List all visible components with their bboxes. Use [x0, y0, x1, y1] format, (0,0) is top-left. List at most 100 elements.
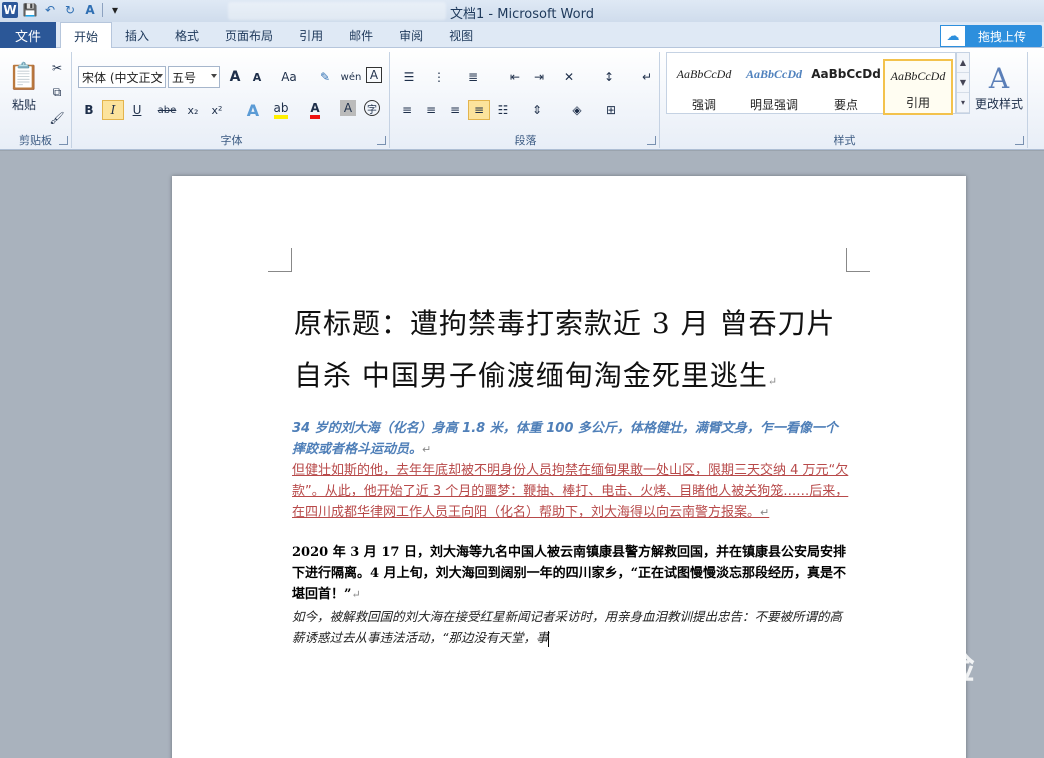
strikethrough-button[interactable]: abe — [156, 100, 178, 120]
text-effects-icon[interactable]: A — [242, 100, 264, 120]
show-marks-icon[interactable]: ↵ — [636, 67, 658, 87]
chevron-up-icon[interactable]: ▲ — [957, 53, 969, 73]
style-quote[interactable]: AaBbCcDd 引用 — [883, 59, 953, 115]
font-group-label: 字体 — [220, 134, 243, 147]
paragraph-text: 如今，被解救回国的刘大海在接受红星新闻记者采访时，用亲身血泪教训提出忠告：不要被… — [292, 609, 843, 645]
sort-icon[interactable]: ↕ — [598, 67, 620, 87]
style-sample: AaBbCcDd — [676, 67, 732, 81]
numbering-icon[interactable]: ⋮ — [428, 67, 450, 87]
text-cursor — [548, 630, 550, 647]
borders-icon[interactable]: ⊞ — [600, 100, 622, 120]
change-styles-button[interactable]: A 更改样式 — [972, 54, 1026, 120]
watermark-main: Baidu经验 — [806, 649, 976, 687]
paragraph-mark: ↵ — [351, 588, 361, 601]
change-styles-label: 更改样式 — [974, 97, 1023, 111]
distributed-icon[interactable]: ☷ — [492, 100, 514, 120]
crop-mark — [846, 248, 870, 272]
paragraph-advice: 如今，被解救回国的刘大海在接受红星新闻记者采访时，用亲身血泪教训提出忠告：不要被… — [292, 606, 850, 648]
clipboard-icon: 📋 — [7, 61, 41, 92]
font-size-select[interactable]: 五号 — [168, 66, 220, 88]
font-size-value: 五号 — [172, 70, 197, 85]
italic-button[interactable]: I — [102, 100, 124, 120]
paste-label: 粘贴 — [11, 97, 36, 112]
bold-button[interactable]: B — [78, 100, 100, 120]
line-spacing-icon[interactable]: ⇕ — [526, 100, 548, 120]
tab-file[interactable]: 文件 — [0, 22, 56, 48]
paragraph-text: 34 岁的刘大海（化名）身高 1.8 米，体重 100 多公斤，体格健壮，满臂文… — [292, 421, 838, 457]
paragraph-ordeal: 但健壮如斯的他，去年年底却被不明身份人员拘禁在缅甸果敢一处山区，限期三天交纳 4… — [292, 460, 850, 523]
change-case-button[interactable]: Aa — [278, 67, 300, 87]
increase-indent-icon[interactable]: ⇥ — [528, 67, 550, 87]
align-left-icon[interactable]: ≡ — [396, 100, 418, 120]
styles-group-label: 样式 — [833, 134, 856, 147]
paragraph-mark: ↵ — [760, 506, 770, 519]
font-color-icon[interactable]: A — [304, 100, 326, 120]
paragraph-group: ☰ ⋮ ≣ ⇤ ⇥ ✕ ↕ ↵ ≡ ≡ ≡ ≡ ☷ ⇕ ◈ ⊞ 段落 — [392, 52, 660, 148]
heading-line: 原标题：遭拘禁毒打索款近 3 月 曾吞刀片 — [294, 307, 836, 340]
font-name-value: 宋体 (中文正文 — [82, 70, 163, 85]
heading-text: 自杀 中国男子偷渡缅甸淘金死里逃生 — [294, 359, 768, 392]
font-group: 宋体 (中文正文 五号 A A Aa ✎ wén A B I U abe x₂ … — [74, 52, 390, 148]
paragraph-rescue: 2020 年 3 月 17 日，刘大海等九名中国人被云南镇康县警方解救回国，并在… — [292, 542, 850, 605]
document-heading: 原标题：遭拘禁毒打索款近 3 月 曾吞刀片 自杀 中国男子偷渡缅甸淘金死里逃生↵ — [294, 298, 854, 408]
highlight-icon[interactable]: ab — [270, 100, 292, 120]
align-right-icon[interactable]: ≡ — [444, 100, 466, 120]
dialog-launcher-icon[interactable] — [59, 136, 68, 145]
tab-insert[interactable]: 插入 — [112, 22, 162, 48]
tab-format[interactable]: 格式 — [162, 22, 212, 48]
ribbon-tabs: 开始 插入 格式 页面布局 引用 邮件 审阅 视图 — [60, 22, 486, 49]
title-bar: W 💾 ↶ ↻ A ▾ 文档1 - Microsoft Word — [0, 0, 1044, 22]
decrease-indent-icon[interactable]: ⇤ — [504, 67, 526, 87]
chevron-down-icon — [157, 74, 163, 78]
ribbon: 📋 粘贴 ✂ ⧉ 🖌 剪贴板 宋体 (中文正文 五号 A A Aa ✎ wén … — [0, 48, 1044, 150]
phonetic-guide-icon[interactable]: wén — [340, 67, 362, 87]
upload-label: 拖拽上传 — [978, 29, 1027, 44]
tab-view[interactable]: 视图 — [436, 22, 486, 48]
align-center-icon[interactable]: ≡ — [420, 100, 442, 120]
multilevel-list-icon[interactable]: ≣ — [462, 67, 484, 87]
clear-format-icon[interactable]: ✎ — [314, 67, 336, 87]
style-strong[interactable]: AaBbCcDd 要点 — [811, 59, 881, 115]
tab-review[interactable]: 审阅 — [386, 22, 436, 48]
tab-page-layout[interactable]: 页面布局 — [212, 22, 286, 48]
dialog-launcher-icon[interactable] — [377, 136, 386, 145]
copy-icon[interactable]: ⧉ — [46, 82, 68, 102]
subscript-button[interactable]: x₂ — [182, 100, 204, 120]
dialog-launcher-icon[interactable] — [1015, 136, 1024, 145]
style-sample: AaBbCcDd — [745, 67, 802, 81]
cut-icon[interactable]: ✂ — [46, 58, 68, 78]
char-shading-icon[interactable]: A — [340, 100, 356, 116]
underline-button[interactable]: U — [126, 100, 148, 120]
style-emphasis[interactable]: AaBbCcDd 强调 — [669, 59, 739, 115]
paragraph-mark: ↵ — [422, 443, 432, 456]
change-styles-icon: A — [988, 62, 1010, 95]
style-sample: AaBbCcDd — [890, 69, 946, 83]
tab-mailings[interactable]: 邮件 — [336, 22, 386, 48]
char-border-icon[interactable]: A — [366, 67, 382, 83]
shading-icon[interactable]: ◈ — [566, 100, 588, 120]
chevron-down-icon — [211, 74, 217, 78]
window-title: 文档1 - Microsoft Word — [450, 7, 594, 22]
ribbon-tab-row: 文件 开始 插入 格式 页面布局 引用 邮件 审阅 视图 ☁ 拖拽上传 — [0, 22, 1044, 49]
style-name: 强调 — [691, 98, 716, 112]
more-icon[interactable]: ▾ — [957, 93, 969, 113]
paragraph-intro: 34 岁的刘大海（化名）身高 1.8 米，体重 100 多公斤，体格健壮，满臂文… — [292, 418, 850, 460]
baidu-watermark: Baidu经验 jingyan.baidu.com — [806, 640, 996, 710]
enclose-char-icon[interactable]: 字 — [364, 100, 380, 116]
shrink-font-button[interactable]: A — [246, 67, 268, 87]
tab-references[interactable]: 引用 — [286, 22, 336, 48]
grow-font-button[interactable]: A — [224, 67, 246, 87]
gallery-scrollbar[interactable]: ▲ ▼ ▾ — [956, 52, 970, 114]
justify-icon[interactable]: ≡ — [468, 100, 490, 120]
format-painter-icon[interactable]: 🖌 — [46, 108, 68, 128]
upload-button[interactable]: ☁ 拖拽上传 — [940, 25, 1042, 47]
chinese-layout-icon[interactable]: ✕ — [558, 67, 580, 87]
dialog-launcher-icon[interactable] — [647, 136, 656, 145]
font-name-select[interactable]: 宋体 (中文正文 — [78, 66, 166, 88]
chevron-down-icon[interactable]: ▼ — [957, 73, 969, 93]
paste-button[interactable]: 📋 粘贴 — [6, 56, 42, 118]
tab-home[interactable]: 开始 — [60, 22, 113, 49]
superscript-button[interactable]: x² — [206, 100, 228, 120]
bullets-icon[interactable]: ☰ — [398, 67, 420, 87]
style-intense-emphasis[interactable]: AaBbCcDd 明显强调 — [739, 59, 809, 115]
